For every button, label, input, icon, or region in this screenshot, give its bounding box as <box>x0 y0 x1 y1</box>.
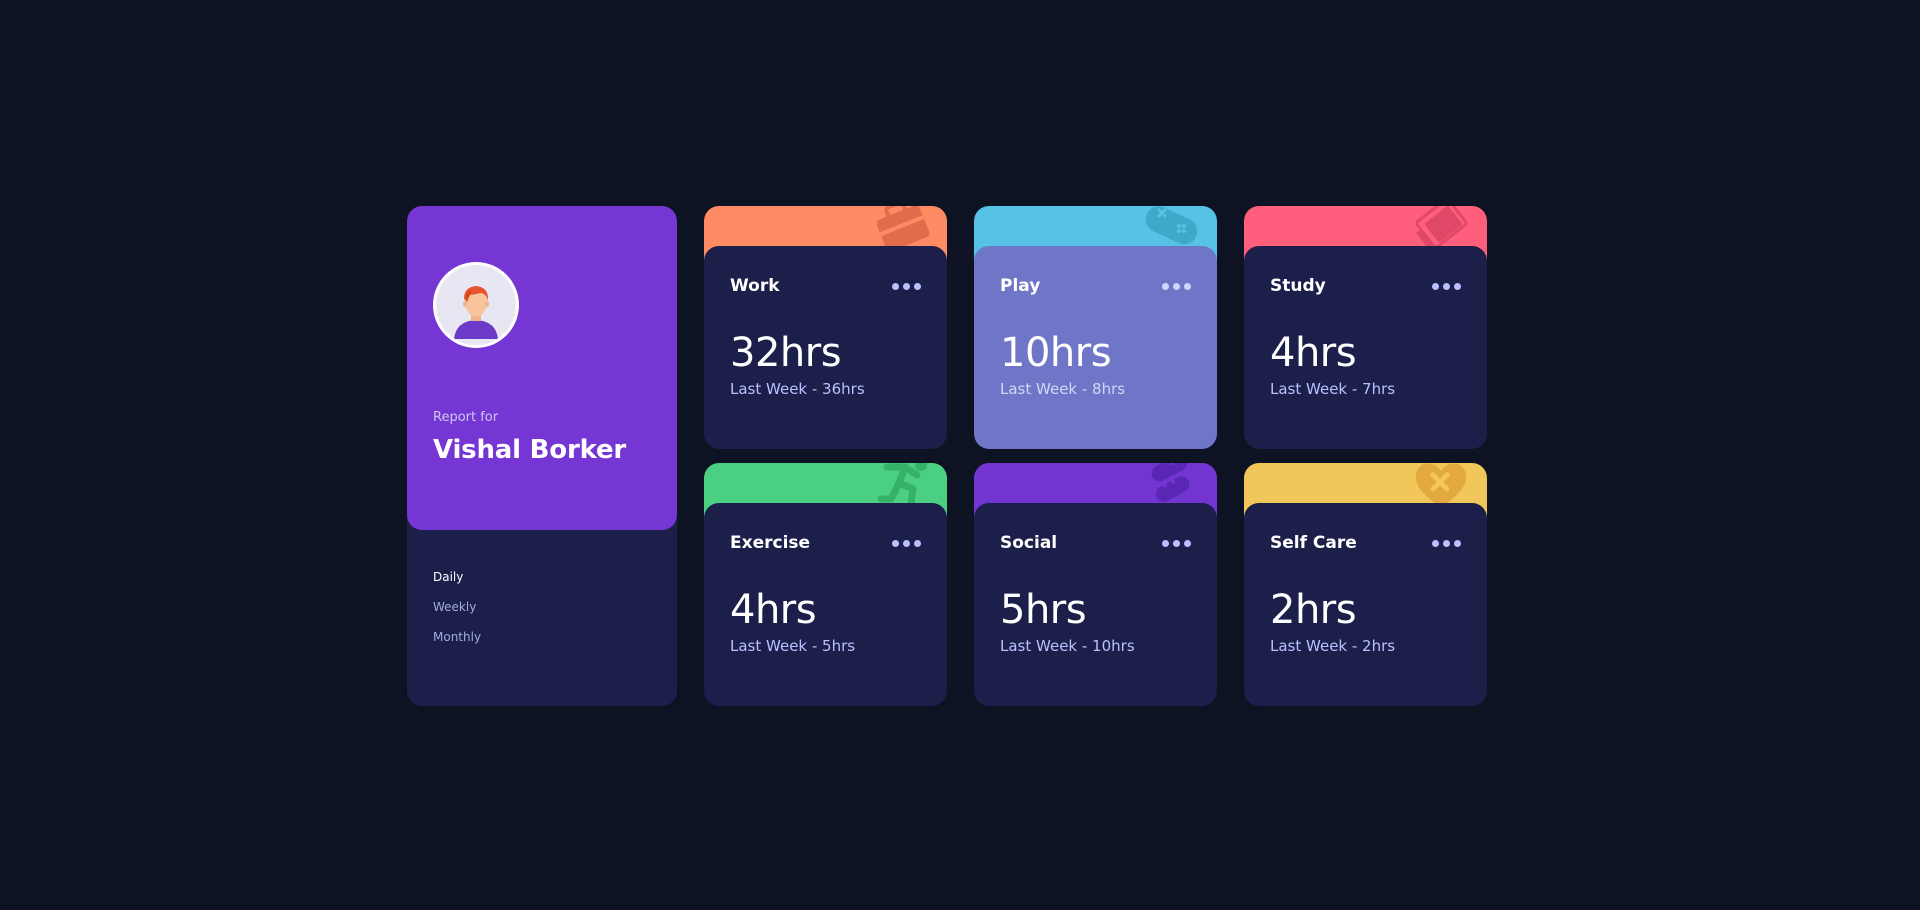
card-title: Social <box>1000 533 1058 553</box>
card-body: Exercise 4hrs Last Week - 5hrs <box>704 503 947 706</box>
activity-card-exercise[interactable]: Exercise 4hrs Last Week - 5hrs <box>704 463 947 706</box>
period-monthly[interactable]: Monthly <box>433 630 651 644</box>
activity-card-play[interactable]: Play 10hrs Last Week - 8hrs <box>974 206 1217 449</box>
current-hours: 4hrs <box>1270 330 1357 376</box>
period-selector: Daily Weekly Monthly <box>407 530 677 644</box>
options-menu-icon[interactable] <box>892 279 921 294</box>
period-weekly[interactable]: Weekly <box>433 600 651 614</box>
card-title: Study <box>1270 276 1326 296</box>
activity-card-study[interactable]: Study 4hrs Last Week - 7hrs <box>1244 206 1487 449</box>
previous-hours: Last Week - 10hrs <box>1000 637 1135 655</box>
current-hours: 32hrs <box>730 330 842 376</box>
card-body: Work 32hrs Last Week - 36hrs <box>704 246 947 449</box>
previous-hours: Last Week - 36hrs <box>730 380 865 398</box>
options-menu-icon[interactable] <box>892 536 921 551</box>
card-title: Play <box>1000 276 1041 296</box>
card-body: Study 4hrs Last Week - 7hrs <box>1244 246 1487 449</box>
current-hours: 5hrs <box>1000 587 1087 633</box>
card-title: Work <box>730 276 780 296</box>
current-hours: 2hrs <box>1270 587 1357 633</box>
profile-card: Report for Vishal Borker Daily Weekly Mo… <box>407 206 677 706</box>
card-body: Play 10hrs Last Week - 8hrs <box>974 246 1217 449</box>
user-name: Vishal Borker <box>433 435 627 465</box>
card-body: Social 5hrs Last Week - 10hrs <box>974 503 1217 706</box>
options-menu-icon[interactable] <box>1162 279 1191 294</box>
period-daily[interactable]: Daily <box>433 570 651 584</box>
previous-hours: Last Week - 2hrs <box>1270 637 1396 655</box>
card-title: Exercise <box>730 533 811 553</box>
report-for-label: Report for <box>433 410 499 425</box>
card-body: Self Care 2hrs Last Week - 2hrs <box>1244 503 1487 706</box>
card-title: Self Care <box>1270 533 1357 553</box>
current-hours: 4hrs <box>730 587 817 633</box>
time-tracking-dashboard: Report for Vishal Borker Daily Weekly Mo… <box>407 206 1500 706</box>
previous-hours: Last Week - 5hrs <box>730 637 856 655</box>
activity-card-social[interactable]: Social 5hrs Last Week - 10hrs <box>974 463 1217 706</box>
profile-header: Report for Vishal Borker <box>407 206 677 530</box>
activity-card-self-care[interactable]: Self Care 2hrs Last Week - 2hrs <box>1244 463 1487 706</box>
avatar <box>433 262 519 348</box>
previous-hours: Last Week - 8hrs <box>1000 380 1126 398</box>
options-menu-icon[interactable] <box>1162 536 1191 551</box>
previous-hours: Last Week - 7hrs <box>1270 380 1396 398</box>
activity-card-work[interactable]: Work 32hrs Last Week - 36hrs <box>704 206 947 449</box>
avatar-image <box>436 265 516 345</box>
current-hours: 10hrs <box>1000 330 1112 376</box>
options-menu-icon[interactable] <box>1432 279 1461 294</box>
options-menu-icon[interactable] <box>1432 536 1461 551</box>
